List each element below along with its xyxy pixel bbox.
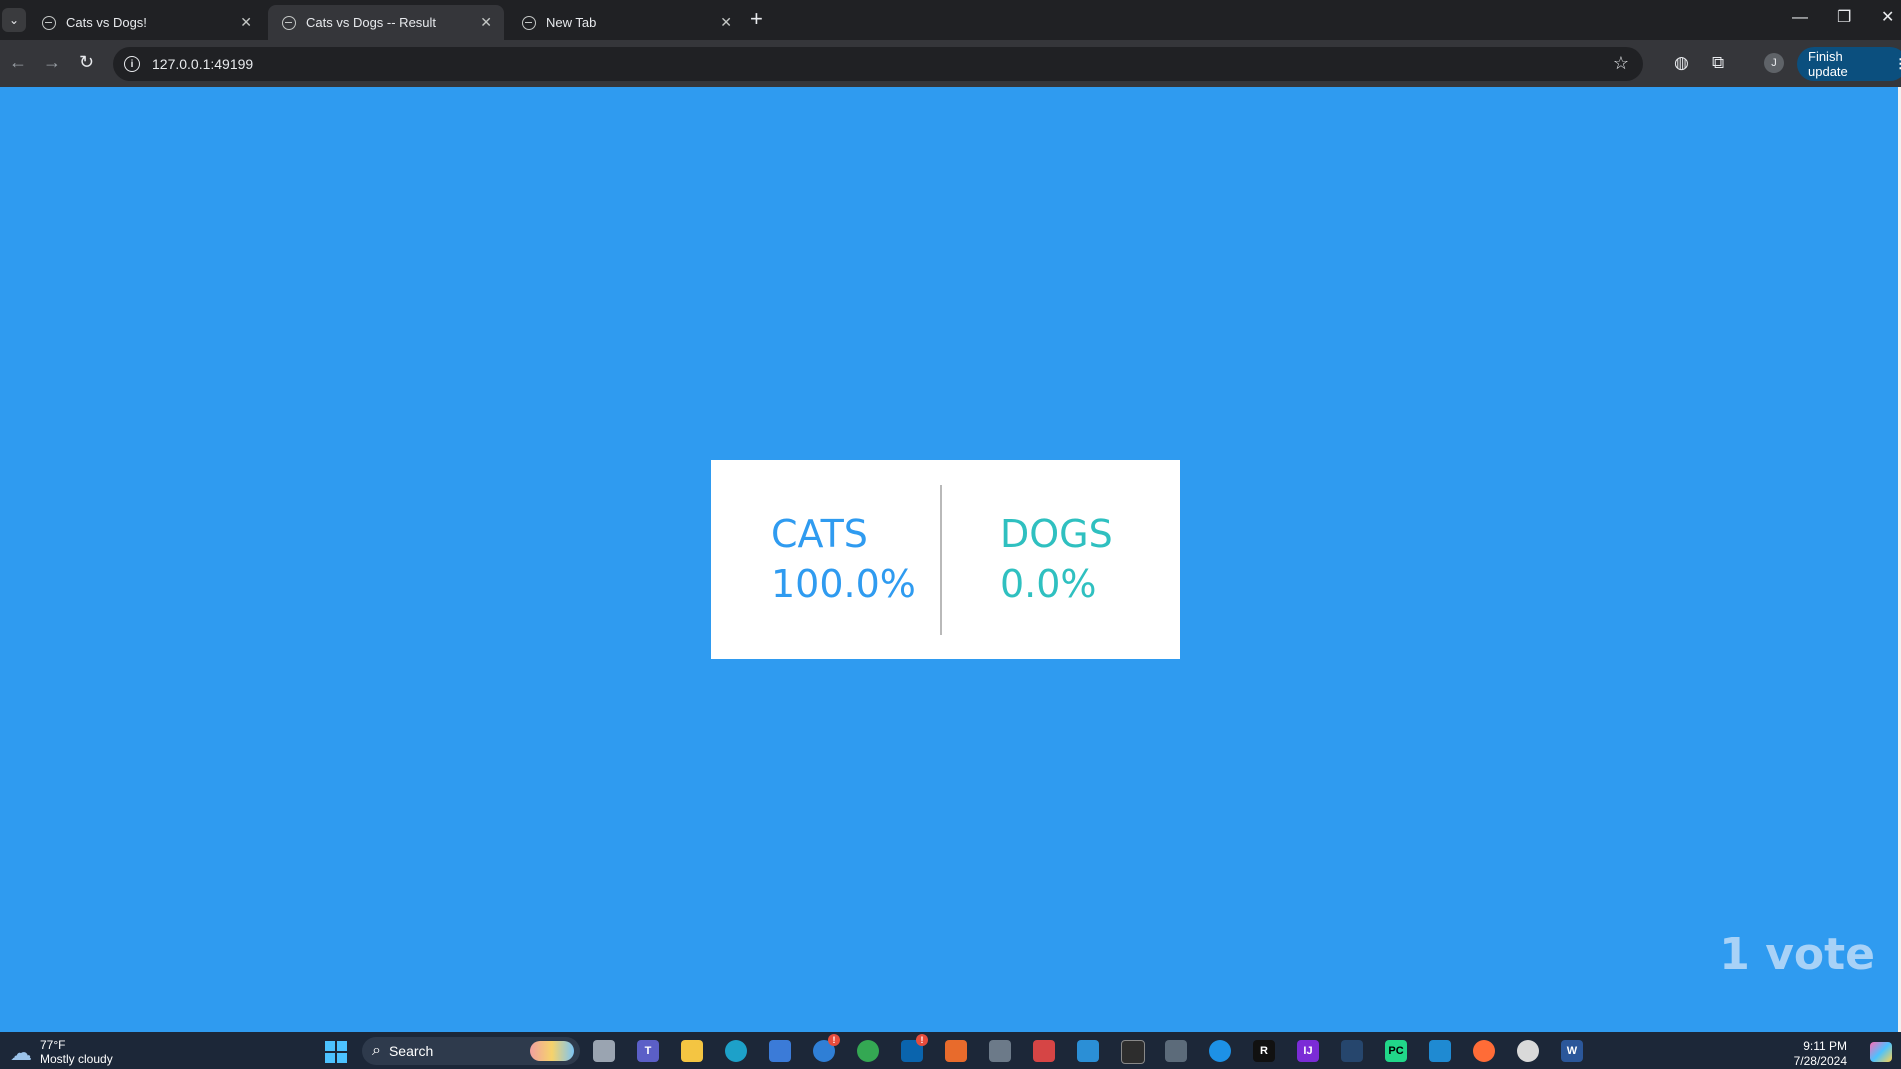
weather-widget[interactable]: ☁ 77°F Mostly cloudy (10, 1038, 113, 1067)
forward-button[interactable]: → (43, 51, 61, 73)
result-divider (940, 485, 942, 635)
cloud-icon: ☁ (10, 1039, 32, 1065)
close-window-button[interactable]: ✕ (1881, 8, 1894, 28)
clock-date: 7/28/2024 (1793, 1054, 1847, 1068)
notification-badge: ! (916, 1034, 928, 1046)
dogs-label: DOGS (1000, 512, 1113, 556)
intellij-icon[interactable]: IJ (1297, 1040, 1319, 1062)
app-icon[interactable] (1341, 1040, 1363, 1062)
address-bar[interactable]: i 127.0.0.1:49199 ☆ (113, 47, 1643, 81)
weather-condition: Mostly cloudy (40, 1052, 113, 1066)
reload-button[interactable]: ↻ (79, 51, 94, 73)
taskbar-search[interactable]: ⌕ Search (362, 1037, 580, 1065)
close-tab-icon[interactable]: ✕ (480, 14, 492, 30)
result-page: CATS 100.0% DOGS 0.0% 1 vote (0, 87, 1898, 1032)
edge-icon[interactable] (725, 1040, 747, 1062)
profile-avatar[interactable]: J (1764, 53, 1784, 73)
dogs-percent: 0.0% (1000, 562, 1097, 606)
search-icon: ⌕ (372, 1042, 381, 1059)
url-text[interactable]: 127.0.0.1:49199 (152, 56, 253, 72)
tab-cats-vs-dogs[interactable]: Cats vs Dogs! ✕ (28, 5, 264, 40)
search-highlight-image (530, 1041, 574, 1061)
minimize-button[interactable]: — (1792, 8, 1808, 28)
folder-icon[interactable] (681, 1040, 703, 1062)
globe-icon (282, 15, 296, 30)
close-tab-icon[interactable]: ✕ (240, 14, 252, 30)
dogs-result: DOGS 0.0% (1000, 510, 1113, 610)
pycharm-icon[interactable]: PC (1385, 1040, 1407, 1062)
update-label: Finish update (1808, 49, 1848, 79)
file-explorer-icon[interactable] (593, 1040, 615, 1062)
extensions-icon[interactable]: ⧉ (1712, 52, 1724, 74)
tab-search-button[interactable]: ⌄ (2, 8, 26, 32)
rider-icon[interactable]: R (1253, 1040, 1275, 1062)
teams-icon[interactable]: T (637, 1040, 659, 1062)
tab-strip: ⌄ Cats vs Dogs! ✕ Cats vs Dogs -- Result… (0, 0, 1901, 40)
weather-temp: 77°F (40, 1038, 66, 1052)
vote-count: 1 vote (1719, 929, 1875, 980)
tab-title: New Tab (546, 15, 597, 30)
tab-title: Cats vs Dogs -- Result (306, 15, 437, 30)
cats-percent: 100.0% (771, 562, 916, 606)
terminal-icon[interactable] (1121, 1040, 1145, 1064)
cats-label: CATS (771, 512, 868, 556)
app-icon[interactable] (1165, 1040, 1187, 1062)
system-clock[interactable]: 9:11 PM 7/28/2024 (1787, 1039, 1847, 1069)
search-label: Search (388, 1043, 434, 1059)
snipping-icon[interactable] (1033, 1040, 1055, 1062)
taskbar: ☁ 77°F Mostly cloudy ⌕ Search T ! ! R IJ… (0, 1032, 1901, 1069)
calculator-icon[interactable] (989, 1040, 1011, 1062)
globe-icon (42, 15, 56, 30)
app-icon[interactable] (945, 1040, 967, 1062)
finish-update-button[interactable]: Finish update ⋮ (1797, 47, 1901, 81)
result-card: CATS 100.0% DOGS 0.0% (711, 460, 1180, 659)
copilot-icon[interactable] (1870, 1042, 1892, 1062)
notification-badge: ! (828, 1034, 840, 1046)
bookmark-star-icon[interactable]: ☆ (1613, 53, 1629, 74)
app-icon[interactable] (1077, 1040, 1099, 1062)
globe-icon (522, 15, 536, 30)
browser-toolbar: ← → ↻ i 127.0.0.1:49199 ☆ ◍ ⧉ J Finish u… (0, 40, 1901, 87)
outlook-icon[interactable]: ! (901, 1034, 928, 1062)
avatar-initial: J (1771, 57, 1777, 69)
word-icon[interactable]: W (1561, 1040, 1583, 1062)
restore-button[interactable]: ❐ (1837, 8, 1851, 28)
translate-icon[interactable]: ◍ (1674, 52, 1689, 74)
more-menu-icon[interactable]: ⋮ (1894, 56, 1901, 72)
store-icon[interactable] (769, 1040, 791, 1062)
clock-time: 9:11 PM (1803, 1039, 1847, 1053)
postman-icon[interactable] (1473, 1040, 1495, 1062)
tab-title: Cats vs Dogs! (66, 15, 147, 30)
vscode-icon[interactable] (1429, 1040, 1451, 1062)
close-tab-icon[interactable]: ✕ (720, 14, 732, 30)
site-info-icon[interactable]: i (124, 56, 140, 72)
app-icon[interactable] (1517, 1040, 1539, 1062)
chrome-icon[interactable] (857, 1040, 879, 1062)
app-icon[interactable]: ! (813, 1034, 840, 1062)
docker-icon[interactable] (1209, 1040, 1231, 1062)
tab-new-tab[interactable]: New Tab ✕ (508, 5, 744, 40)
cats-result: CATS 100.0% (771, 510, 916, 610)
windows-start-icon[interactable] (325, 1041, 347, 1063)
back-button[interactable]: ← (9, 51, 27, 73)
tab-cats-vs-dogs-result[interactable]: Cats vs Dogs -- Result ✕ (268, 5, 504, 40)
new-tab-button[interactable]: + (750, 8, 763, 30)
chevron-down-icon: ⌄ (8, 13, 20, 27)
